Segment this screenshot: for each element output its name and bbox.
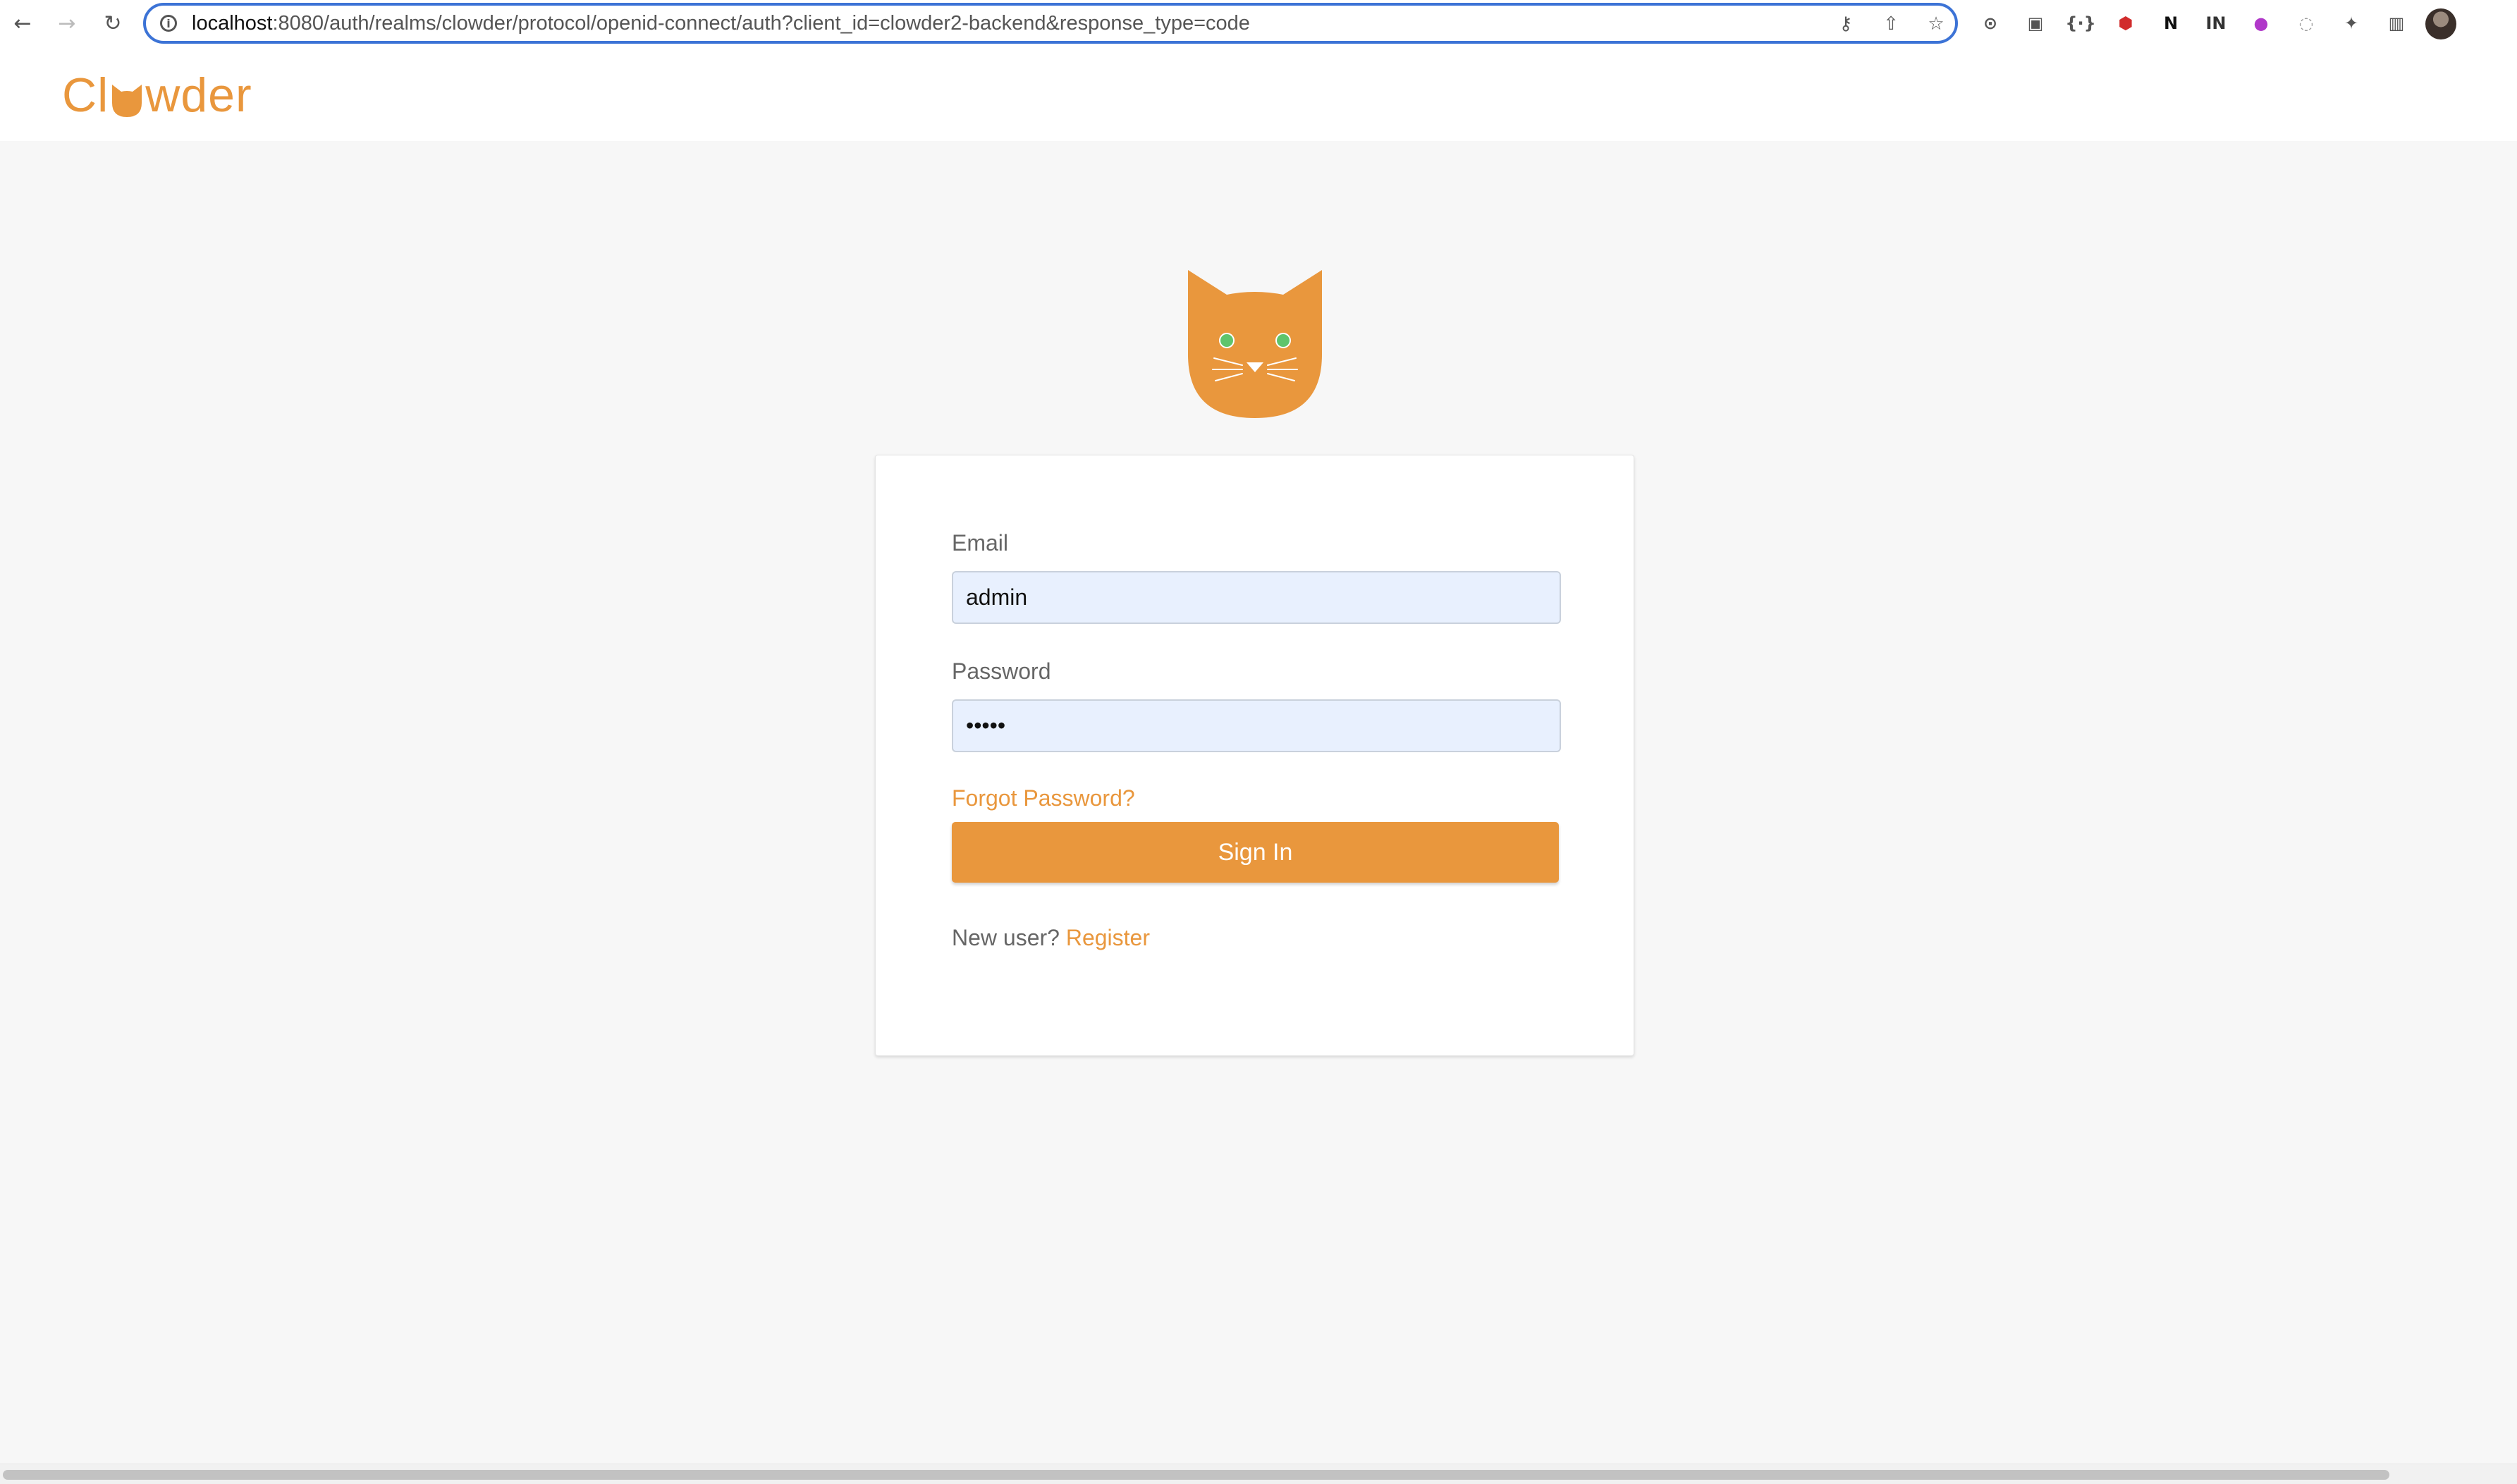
register-row: New user? Register [952,925,1150,951]
forgot-password-link[interactable]: Forgot Password? [952,785,1135,811]
forward-arrow-icon[interactable]: → [53,9,81,37]
browser-toolbar: ← → ↻ i localhost:8080/auth/realms/clowd… [0,0,2517,50]
app-header: Cl wder [0,49,2517,141]
login-card: Email Password Forgot Password? Sign In … [875,455,1634,1056]
cat-head-icon [112,85,142,117]
notion-icon[interactable]: N [2158,11,2184,36]
extension-icon-7[interactable]: ● [2248,11,2274,36]
sidebar-toggle-icon[interactable]: ▥ [2384,11,2409,36]
puzzle-icon[interactable]: ✦ [2339,11,2364,36]
brand-prefix: Cl [62,68,109,122]
brand-suffix: wder [145,68,252,122]
url-path: :8080/auth/realms/clowder/protocol/openi… [272,12,1250,35]
address-bar[interactable]: i localhost:8080/auth/realms/clowder/pro… [143,3,1958,44]
key-icon[interactable]: ⚷ [1833,11,1858,37]
back-arrow-icon[interactable]: ← [8,9,37,37]
reload-icon[interactable]: ↻ [99,9,127,37]
register-link[interactable]: Register [1066,925,1150,950]
new-user-text: New user? [952,925,1060,950]
star-icon[interactable]: ☆ [1923,11,1949,37]
extension-icon-3[interactable]: {∙} [2065,11,2095,36]
url-host: localhost [192,12,273,35]
extension-icon-2[interactable]: ▣ [2023,11,2048,36]
profile-avatar[interactable] [2425,8,2456,39]
extension-icon-1[interactable]: ⊙ [1978,11,2003,36]
clowder-logo[interactable]: Cl wder [62,63,252,127]
password-label: Password [952,658,1051,684]
site-info-icon[interactable]: i [160,15,177,32]
email-field[interactable] [952,571,1561,624]
extension-icon-6[interactable]: IN [2203,11,2229,36]
sign-in-button[interactable]: Sign In [952,822,1559,883]
password-field[interactable] [952,699,1561,752]
extension-icon-8[interactable]: ◌ [2294,11,2319,36]
share-icon[interactable]: ⇧ [1878,11,1904,37]
cat-logo-icon [1188,270,1322,418]
horizontal-scrollbar[interactable] [0,1464,2517,1484]
url-text[interactable]: localhost:8080/auth/realms/clowder/proto… [192,12,1250,35]
email-label: Email [952,530,1009,556]
extension-icon-4[interactable]: ⬢ [2113,11,2138,36]
scrollbar-thumb[interactable] [3,1470,2389,1480]
